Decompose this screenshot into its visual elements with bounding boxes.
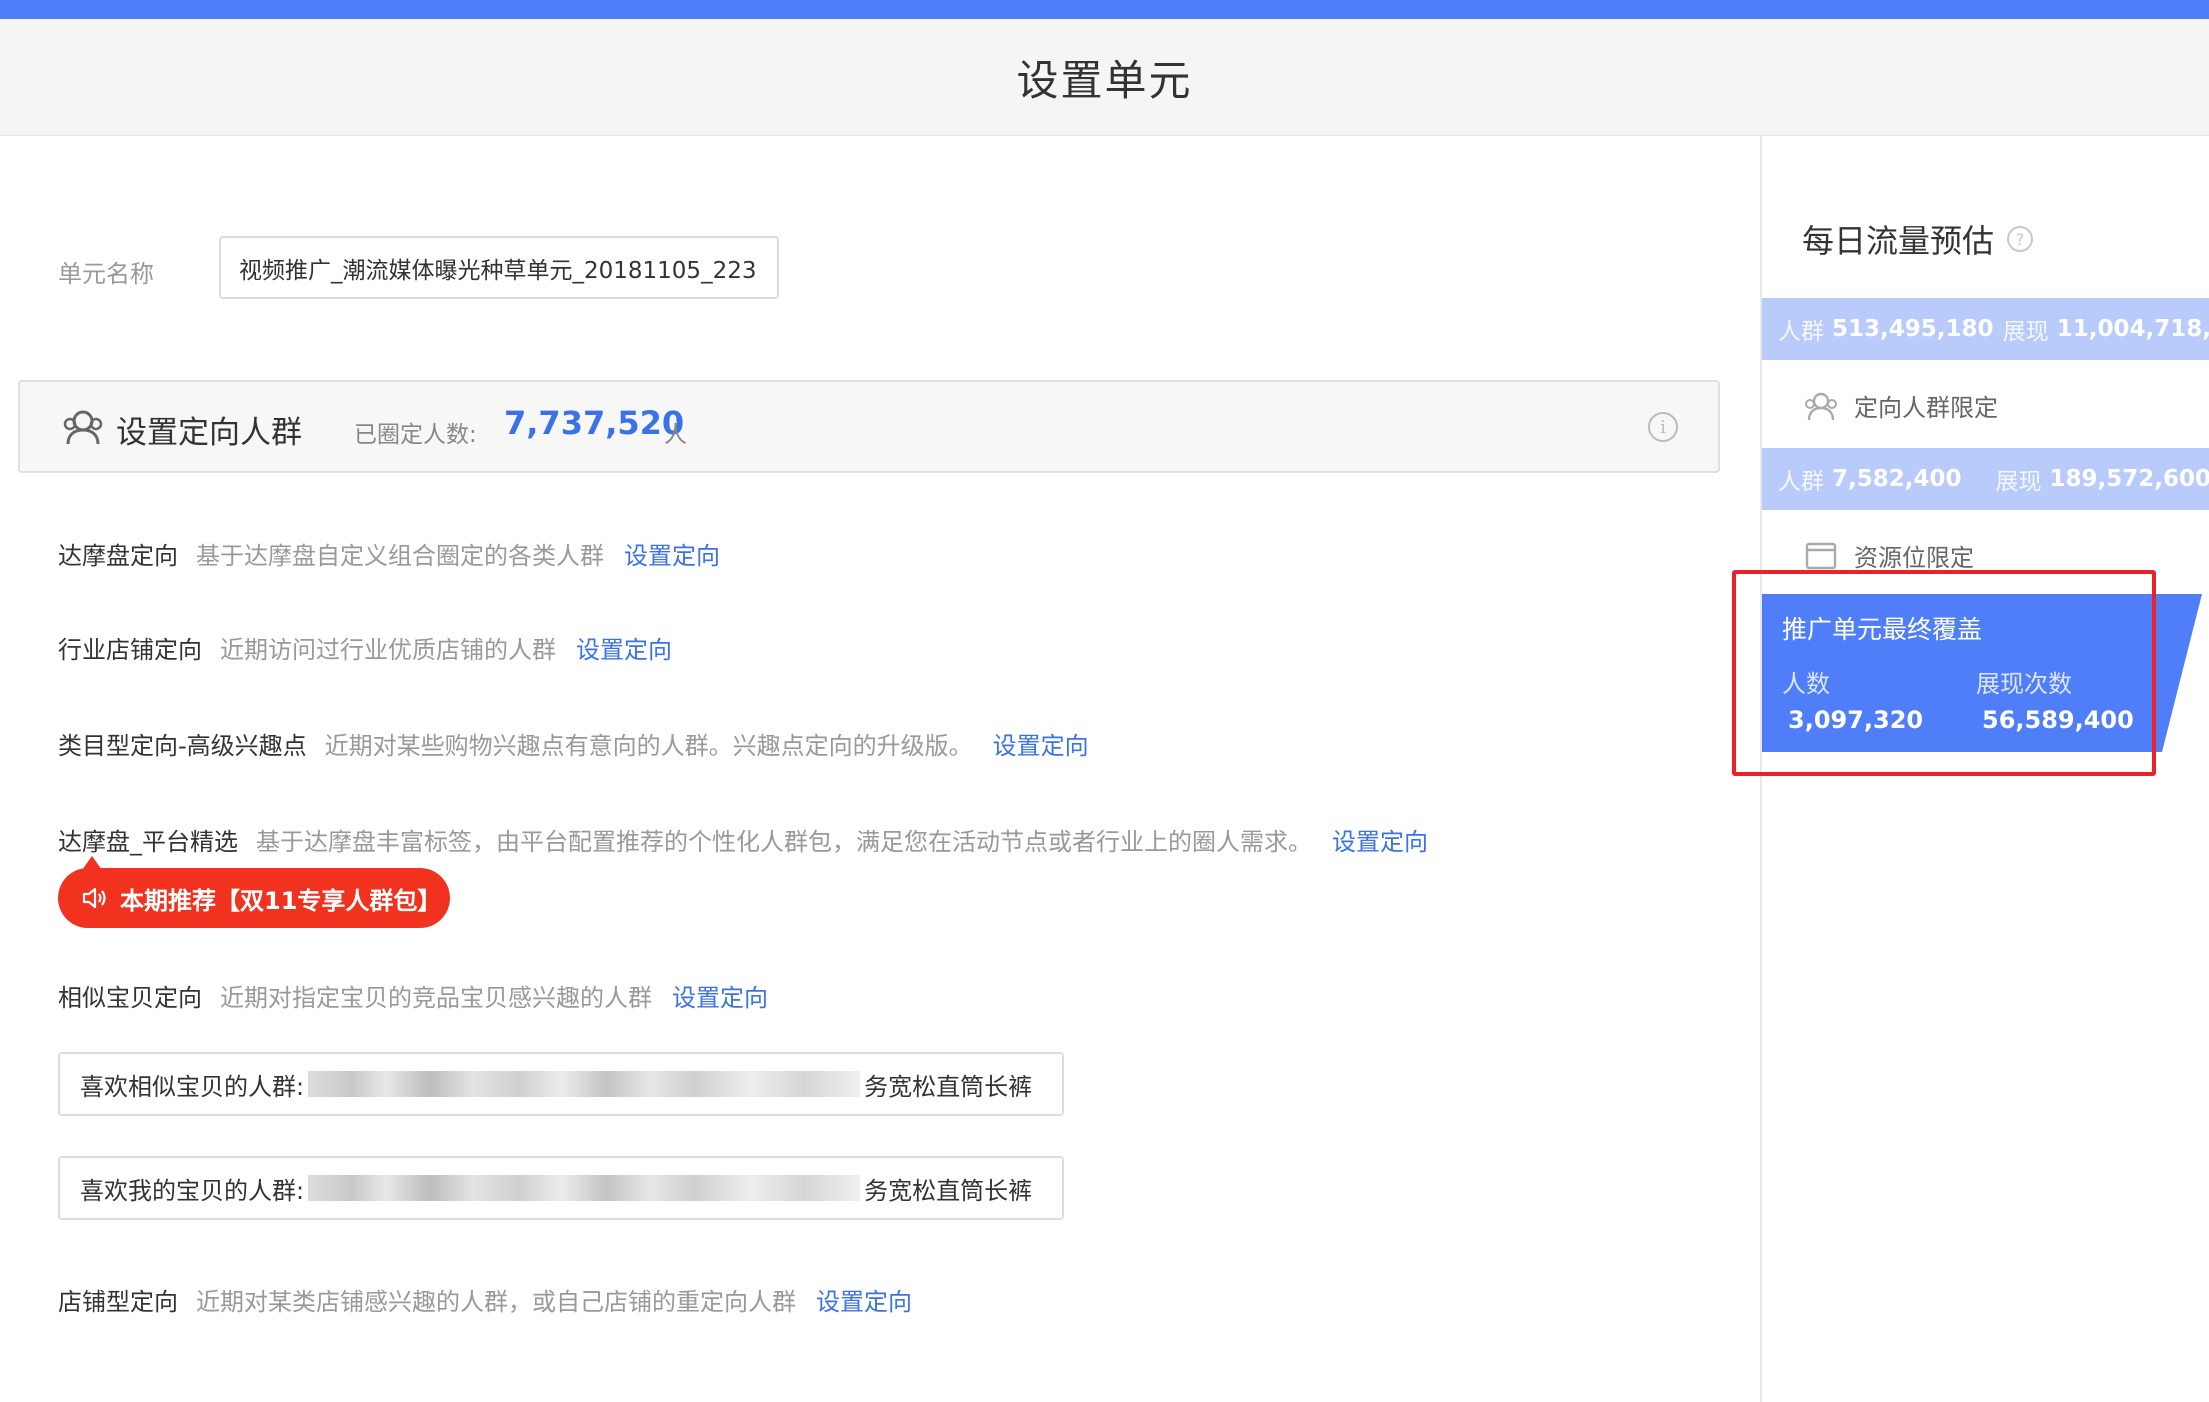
crowd-label: 人群 <box>1778 469 1824 495</box>
set-targeting-link[interactable]: 设置定向 <box>993 732 1089 760</box>
similar-suffix: 务宽松直筒长裤 <box>864 1072 1033 1101</box>
row-desc: 近期对某类店铺感兴趣的人群，或自己店铺的重定向人群 <box>196 1288 796 1316</box>
page-title: 设置单元 <box>1016 55 1193 105</box>
targeting-row-dmp-platform: 达摩盘_平台精选 基于达摩盘丰富标签，由平台配置推荐的个性化人群包，满足您在活动节… <box>58 822 1428 857</box>
targeting-count: 7,737,520 <box>504 404 685 442</box>
show-value: 11,004,718, <box>2056 316 2209 342</box>
similar-suffix: 务宽松直筒长裤 <box>864 1176 1033 1205</box>
row-desc: 近期对某些购物兴趣点有意向的人群。兴趣点定向的升级版。 <box>324 732 973 760</box>
traffic-estimate-title: 每日流量预估 <box>1802 222 1995 260</box>
crowd-value: 7,582,400 <box>1832 466 1962 492</box>
speaker-icon <box>82 887 106 909</box>
targeting-row-similar-item: 相似宝贝定向 近期对指定宝贝的竞品宝贝感兴趣的人群 设置定向 <box>58 978 768 1013</box>
set-targeting-link[interactable]: 设置定向 <box>672 984 768 1012</box>
row-name: 行业店铺定向 <box>58 636 202 664</box>
show-label: 展现 <box>1995 469 2042 495</box>
targeting-section-header: 设置定向人群 已圈定人数: 7,737,520 人 i <box>18 380 1720 473</box>
my-item-crowd-field[interactable]: 喜欢我的宝贝的人群: 务宽松直筒长裤 <box>58 1156 1064 1220</box>
crowd-icon <box>63 410 103 445</box>
row-desc: 近期对指定宝贝的竞品宝贝感兴趣的人群 <box>220 984 652 1012</box>
similar-prefix: 喜欢我的宝贝的人群: <box>80 1176 305 1205</box>
crowd-label: 人群 <box>1778 319 1824 345</box>
row-name: 达摩盘_平台精选 <box>58 828 238 856</box>
resource-slot-limit-row: 资源位限定 <box>1804 538 1974 573</box>
targeting-row-shop: 店铺型定向 近期对某类店铺感兴趣的人群，或自己店铺的重定向人群 设置定向 <box>58 1282 912 1317</box>
row-name: 达摩盘定向 <box>58 542 178 570</box>
estimate-band-total: 人群 513,495,180 展现 11,004,718, <box>1762 298 2209 360</box>
unit-name-label: 单元名称 <box>58 260 154 288</box>
targeting-row-category-interest: 类目型定向-高级兴趣点 近期对某些购物兴趣点有意向的人群。兴趣点定向的升级版。 设置… <box>58 726 1089 761</box>
show-label: 展现 <box>2002 319 2049 345</box>
blurred-item-name <box>308 1071 861 1097</box>
similar-prefix: 喜欢相似宝贝的人群: <box>80 1072 305 1101</box>
targeting-row-dmp: 达摩盘定向 基于达摩盘自定义组合圈定的各类人群 设置定向 <box>58 536 720 571</box>
similar-item-crowd-field[interactable]: 喜欢相似宝贝的人群: 务宽松直筒长裤 <box>58 1052 1064 1116</box>
targeting-row-industry-shop: 行业店铺定向 近期访问过行业优质店铺的人群 设置定向 <box>58 630 672 665</box>
estimate-band-targeted: 人群 7,582,400 展现 189,572,600 <box>1762 448 2209 510</box>
row-label: 资源位限定 <box>1854 544 1974 572</box>
unit-name-input[interactable]: 视频推广_潮流媒体曝光种草单元_20181105_223 <box>219 236 779 299</box>
show-value: 189,572,600 <box>2049 466 2209 492</box>
targeting-count-label: 已圈定人数: <box>354 422 477 448</box>
row-desc: 基于达摩盘丰富标签，由平台配置推荐的个性化人群包，满足您在活动节点或者行业上的圈… <box>256 828 1312 856</box>
targeted-crowd-limit-row: 定向人群限定 <box>1804 388 1998 423</box>
set-targeting-link[interactable]: 设置定向 <box>1332 828 1428 856</box>
page-header: 设置单元 <box>0 19 2209 136</box>
resource-slot-icon <box>1805 542 1837 569</box>
targeting-title: 设置定向人群 <box>116 415 302 451</box>
row-name: 类目型定向-高级兴趣点 <box>58 732 307 760</box>
row-name: 相似宝贝定向 <box>58 984 202 1012</box>
row-label: 定向人群限定 <box>1854 394 1998 422</box>
promo-badge[interactable]: 本期推荐【双11专享人群包】 <box>58 856 450 928</box>
row-name: 店铺型定向 <box>58 1288 178 1316</box>
crowd-value: 513,495,180 <box>1832 316 1994 342</box>
blurred-item-name <box>308 1175 861 1201</box>
targeting-count-unit: 人 <box>664 422 687 448</box>
crowd-icon <box>1805 392 1837 420</box>
set-targeting-link[interactable]: 设置定向 <box>624 542 720 570</box>
top-accent-bar <box>0 0 2209 19</box>
row-desc: 近期访问过行业优质店铺的人群 <box>220 636 556 664</box>
set-targeting-link[interactable]: 设置定向 <box>816 1288 912 1316</box>
main-panel: 单元名称 视频推广_潮流媒体曝光种草单元_20181105_223 设置定向人群… <box>0 136 1760 1402</box>
set-targeting-link[interactable]: 设置定向 <box>576 636 672 664</box>
row-desc: 基于达摩盘自定义组合圈定的各类人群 <box>196 542 604 570</box>
help-icon[interactable]: ? <box>2007 226 2033 252</box>
highlight-frame <box>1732 570 2156 776</box>
info-icon[interactable]: i <box>1648 412 1678 442</box>
promo-text: 本期推荐【双11专享人群包】 <box>120 886 442 915</box>
